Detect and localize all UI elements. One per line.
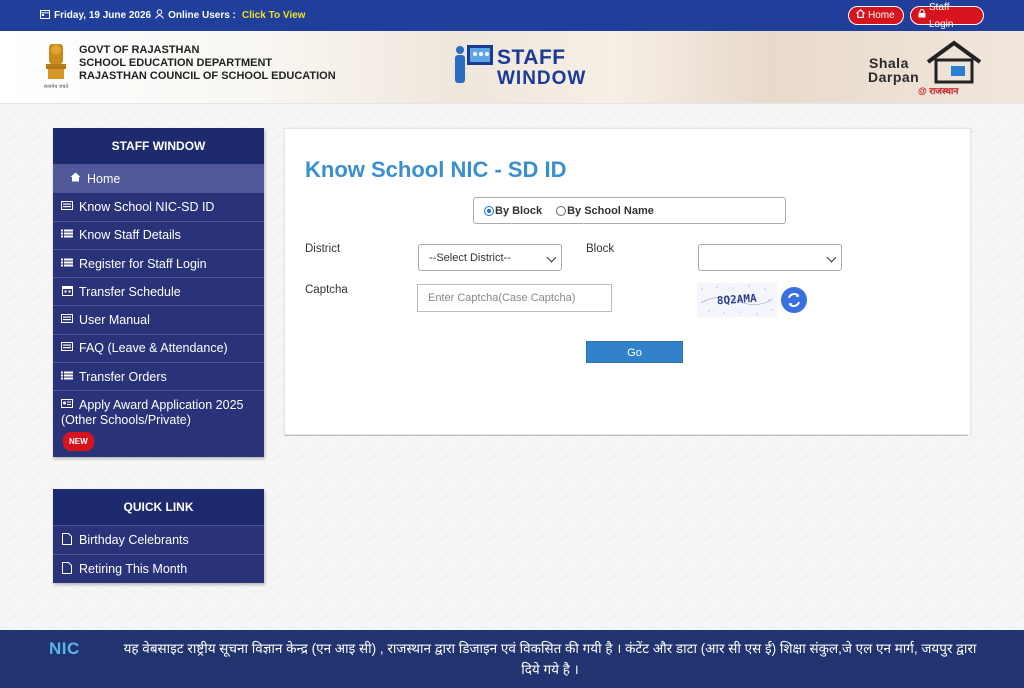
radio-by-block-indicator[interactable] [484,205,494,216]
sidebar-item-label: Register for Staff Login [79,256,207,271]
staff-window-panel: STAFF WINDOW Home Know School NIC-SD ID … [53,128,264,457]
chevron-down-icon [826,252,837,263]
staff-people-icon [455,45,493,83]
sidebar-item-know-school-nic[interactable]: Know School NIC-SD ID [53,192,264,220]
shala-line3: @ राजस्थान [918,86,959,96]
home-icon [69,172,81,185]
district-select-value: --Select District-- [429,251,511,264]
go-button[interactable]: Go [586,341,683,363]
sidebar-item-label: Transfer Orders [79,369,167,384]
site-footer: NIC यह वेबसाइट राष्ट्रीय सूचना विज्ञान क… [0,630,1024,688]
file-icon [61,561,73,577]
online-users-label: Online Users : [168,10,236,21]
chevron-down-icon [546,252,557,263]
quick-item-birthday[interactable]: Birthday Celebrants [53,525,264,554]
id-card-icon [61,398,73,413]
date-users-info: Friday, 19 June 2026 Online Users : Clic… [40,9,305,22]
block-label: Block [586,243,615,255]
district-select[interactable]: --Select District-- [418,244,562,271]
home-button-label: Home [868,10,895,21]
staff-window-line2: WINDOW [497,68,587,89]
sidebar-item-label: Know School NIC-SD ID [79,199,215,214]
sidebar-item-register[interactable]: Register for Staff Login [53,248,264,277]
govt-line-1: GOVT OF RAJASTHAN [79,44,200,56]
sidebar-item-award-application[interactable]: Apply Award Application 2025 (Other Scho… [53,390,264,456]
sidebar-item-label: Home [87,171,121,186]
sidebar-item-faq[interactable]: FAQ (Leave & Attendance) [53,333,264,362]
quick-item-retiring[interactable]: Retiring This Month [53,554,264,583]
shala-darpan-logo: Shala Darpan @ राजस्थान [866,38,986,98]
online-users-link[interactable]: Click To View [242,10,306,21]
quick-link-panel: QUICK LINK Birthday Celebrants Retiring … [53,489,264,583]
home-icon [856,7,865,24]
page-title: Know School NIC - SD ID [305,157,567,182]
radio-by-block-label: By Block [495,204,543,217]
emblem-icon: सत्यमेव जयते [44,44,69,90]
card-icon [61,200,73,213]
sidebar-item-label: Know Staff Details [79,228,181,243]
staff-window-logo: STAFF WINDOW [452,42,585,94]
list-icon [61,229,73,241]
sidebar-item-transfer-schedule[interactable]: Transfer Schedule [53,277,264,305]
govt-line-2: SCHOOL EDUCATION DEPARTMENT [79,57,273,69]
quick-link-title: QUICK LINK [53,489,264,525]
staff-login-button[interactable]: Staff Login [910,2,984,30]
award-line-2: (Other Schools/Private) [61,413,191,428]
current-date: Friday, 19 June 2026 [54,10,152,21]
captcha-image: 8Q2AMA [697,283,777,317]
nic-logo: NIC [49,639,80,659]
user-icon [155,9,165,22]
sidebar-item-home[interactable]: Home [53,164,264,193]
sidebar-item-label: Transfer Schedule [79,284,181,299]
search-mode-radio-group: By Block By School Name [473,197,786,224]
award-line-1: Apply Award Application 2025 [79,398,244,413]
card-icon [61,314,73,326]
sidebar-item-label: FAQ (Leave & Attendance) [79,341,228,356]
file-icon [61,532,73,548]
lock-icon [918,7,926,24]
emblem-caption: सत्यमेव जयते [44,83,69,90]
radio-by-school-label: By School Name [567,204,654,217]
top-bar: Friday, 19 June 2026 Online Users : Clic… [0,0,1024,31]
govt-line-3: RAJASTHAN COUNCIL OF SCHOOL EDUCATION [79,70,336,82]
staff-window-title: STAFF WINDOW [53,128,264,164]
govt-title: GOVT OF RAJASTHAN SCHOOL EDUCATION DEPAR… [79,44,336,83]
radio-by-school-name[interactable]: By School Name [556,205,654,217]
new-badge: NEW [63,432,94,452]
footer-text: यह वेबसाइट राष्ट्रीय सूचना विज्ञान केन्द… [123,641,977,677]
block-select[interactable] [698,244,842,271]
award-label-row: Apply Award Application 2025 [61,398,243,413]
staff-window-line1: STAFF [497,46,566,69]
sidebar-item-user-manual[interactable]: User Manual [53,305,264,333]
list-icon [61,258,73,270]
captcha-placeholder: Enter Captcha(Case Captcha) [428,292,576,304]
quick-item-label: Birthday Celebrants [79,533,189,547]
home-button[interactable]: Home [848,6,904,25]
refresh-captcha-button[interactable] [781,287,807,313]
captcha-label: Captcha [305,284,348,296]
card-icon [61,342,73,354]
district-label: District [305,243,341,255]
sidebar-item-transfer-orders[interactable]: Transfer Orders [53,362,264,390]
shala-line2: Darpan [868,69,920,85]
radio-by-block[interactable]: By Block [484,205,542,217]
list-icon [61,371,73,383]
nic-logo-text: NIC [49,639,80,658]
refresh-icon [788,293,800,307]
house-icon [926,40,982,84]
calendar-icon [61,285,73,299]
calendar-icon [40,9,50,22]
site-header: सत्यमेव जयते GOVT OF RAJASTHAN SCHOOL ED… [0,31,1024,104]
captcha-input[interactable]: Enter Captcha(Case Captcha) [417,284,612,312]
radio-by-school-indicator[interactable] [556,205,567,216]
sidebar-item-know-staff[interactable]: Know Staff Details [53,220,264,249]
quick-item-label: Retiring This Month [79,562,188,576]
sidebar-item-label: User Manual [79,313,150,328]
staff-login-label: Staff Login [929,1,954,30]
